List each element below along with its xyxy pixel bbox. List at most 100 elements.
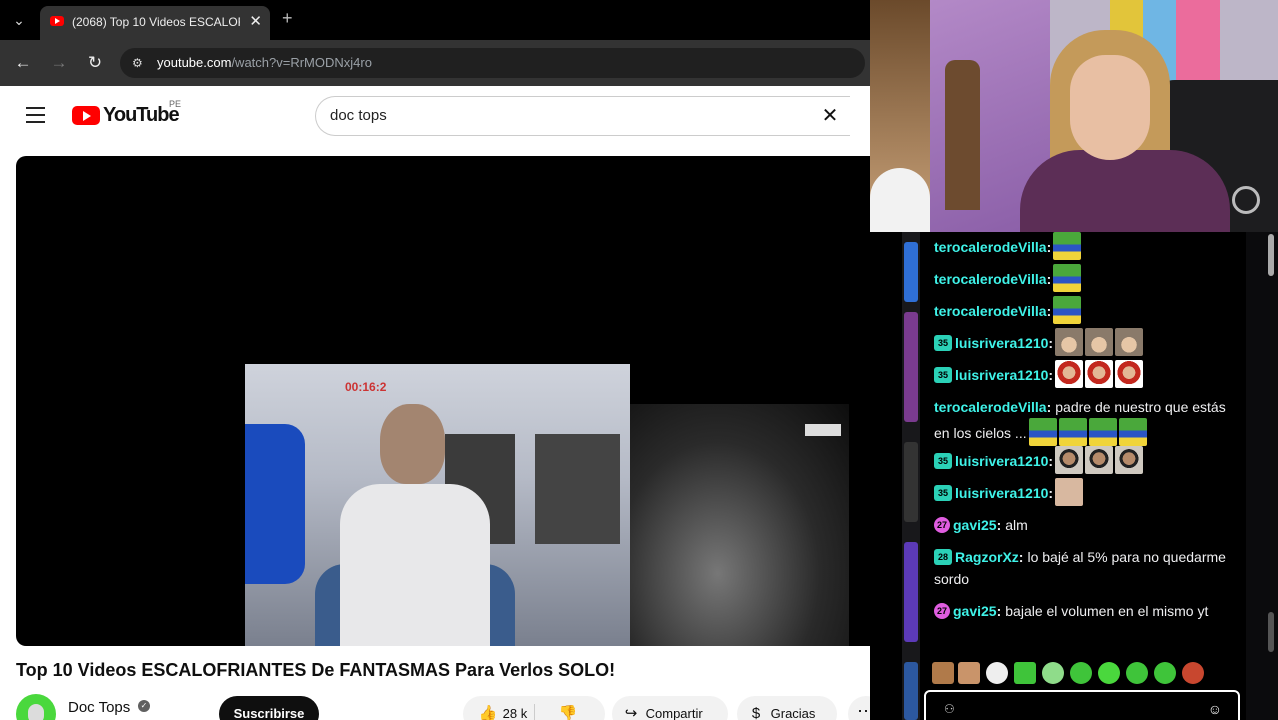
like-dislike-group: 👍 28 k 👎 [463, 696, 605, 720]
thanks-button[interactable]: $ Gracias [737, 696, 837, 720]
chat-username[interactable]: luisrivera1210 [955, 453, 1048, 469]
thanks-label: Gracias [770, 706, 816, 720]
channel-avatar[interactable] [16, 694, 56, 720]
scene-seat [245, 424, 305, 584]
share-button[interactable]: ↪ Compartir [612, 696, 728, 720]
search-clear-icon[interactable]: ✕ [816, 102, 844, 130]
chat-username[interactable]: gavi25 [953, 603, 997, 619]
streamer-face [1070, 55, 1150, 160]
chat-username[interactable]: terocalerodeVilla [934, 239, 1047, 255]
chat-emote-icon [1053, 264, 1082, 292]
chat-emote-icon [1028, 418, 1057, 446]
youtube-page: YouTube PE ✕ 00:16:2 Top 10 Videos ESCAL… [0, 86, 870, 720]
cam-lamp [870, 168, 930, 232]
emote-icon[interactable] [1014, 662, 1036, 684]
strip-thumbnail [904, 442, 918, 522]
search-input[interactable] [330, 107, 770, 124]
emote-icon[interactable] [1182, 662, 1204, 684]
subscriber-badge-icon: 27 [934, 603, 950, 619]
scene-person-head [380, 404, 445, 484]
chat-username[interactable]: RagzorXz [955, 549, 1019, 565]
strip-thumbnail [904, 312, 918, 422]
emote-icon[interactable] [932, 662, 954, 684]
more-actions-button[interactable]: ⋯ [848, 696, 870, 720]
cam-decoration [945, 60, 980, 210]
like-count: 28 k [502, 706, 528, 720]
emote-icon[interactable] [958, 662, 980, 684]
chat-username[interactable]: luisrivera1210 [955, 335, 1048, 351]
like-button[interactable]: 👍 28 k [477, 705, 528, 720]
chat-username[interactable]: terocalerodeVilla [934, 399, 1047, 415]
chat-message: 35 luisrivera1210: [934, 328, 1234, 356]
emote-icon[interactable] [1126, 662, 1148, 684]
chat-username[interactable]: terocalerodeVilla [934, 303, 1047, 319]
video-timestamp-overlay: 00:16:2 [345, 380, 387, 394]
subscriber-badge-icon: 35 [934, 485, 952, 501]
subscriber-badge-icon: 27 [934, 517, 950, 533]
emote-icon[interactable] [986, 662, 1008, 684]
url-text[interactable]: youtube.com/watch?v=RrMODNxj4ro [157, 55, 372, 70]
chat-username[interactable]: luisrivera1210 [955, 367, 1048, 383]
thanks-icon: $ [751, 705, 761, 720]
forward-button[interactable]: → [48, 52, 70, 74]
menu-icon[interactable] [26, 107, 45, 123]
chat-username[interactable]: terocalerodeVilla [934, 271, 1047, 287]
chat-username[interactable]: gavi25 [953, 517, 997, 533]
thumbs-down-icon[interactable]: 👎 [557, 696, 579, 720]
site-info-icon[interactable]: ⚙ [132, 55, 148, 71]
strip-thumbnail [904, 242, 918, 302]
chat-scrollbar-thumb[interactable] [1268, 612, 1274, 652]
youtube-favicon-icon [50, 16, 64, 26]
chat-input[interactable]: ⚇ ☺ [924, 690, 1240, 720]
chat-settings-icon[interactable]: ⚇ [944, 702, 955, 716]
subscribe-button[interactable]: Suscribirse [219, 696, 319, 720]
url-path: /watch?v=RrMODNxj4ro [231, 55, 372, 70]
chat-message: terocalerodeVilla: [934, 296, 1234, 324]
emote-icon[interactable] [1042, 662, 1064, 684]
verified-icon: ✓ [138, 700, 150, 712]
address-bar[interactable]: ⚙ youtube.com/watch?v=RrMODNxj4ro [120, 48, 865, 78]
chat-message: 35 luisrivera1210: [934, 478, 1234, 506]
browser-tab[interactable]: (2068) Top 10 Videos ESCALOFRIANTES De F… [40, 6, 270, 40]
chat-emote-icon [1055, 478, 1084, 506]
youtube-header: YouTube PE ✕ [0, 86, 870, 146]
search-box: ✕ [315, 96, 850, 136]
subscriber-badge-icon: 28 [934, 549, 952, 565]
subscriber-badge-icon: 35 [934, 367, 952, 383]
tab-search-button[interactable]: ⌄ [6, 8, 32, 32]
tab-close-icon[interactable]: ✕ [249, 12, 262, 30]
scene-window [535, 434, 620, 544]
channel-name[interactable]: Doc Tops [68, 699, 130, 716]
chat-emote-icon [1055, 360, 1084, 388]
chat-message: 35 luisrivera1210: [934, 446, 1234, 474]
video-scene-right [630, 404, 849, 646]
streamer-body [1020, 150, 1230, 232]
region-code: PE [169, 99, 182, 109]
emote-icon[interactable] [1154, 662, 1176, 684]
share-label: Compartir [645, 706, 703, 720]
video-scene-left: 00:16:2 [245, 364, 630, 646]
stream-side-strip [902, 232, 920, 720]
emote-icon[interactable] [1070, 662, 1092, 684]
reload-button[interactable]: ↻ [84, 52, 106, 74]
scrollbar[interactable] [1246, 232, 1278, 720]
strip-thumbnail [904, 542, 918, 642]
thumbs-up-icon: 👍 [478, 705, 498, 720]
scrollbar-thumb[interactable] [1268, 234, 1274, 276]
emote-picker-icon[interactable]: ☺ [1208, 701, 1222, 717]
back-button[interactable]: ← [12, 52, 34, 74]
video-player[interactable]: 00:16:2 [16, 156, 870, 646]
video-frame: 00:16:2 [245, 364, 849, 646]
subscriber-badge-icon: 35 [934, 335, 952, 351]
new-tab-button[interactable]: + [282, 8, 293, 29]
chat-emote-icon [1053, 232, 1082, 260]
emote-icon[interactable] [1098, 662, 1120, 684]
chat-username[interactable]: luisrivera1210 [955, 485, 1048, 501]
chat-emote-icon [1115, 328, 1144, 356]
subscriber-badge-icon: 35 [934, 453, 952, 469]
divider [534, 704, 535, 720]
chat-emote-icon [1085, 328, 1114, 356]
chat-message: terocalerodeVilla: padre de nuestro que e… [934, 396, 1234, 446]
browser-tab-bar: ⌄ (2068) Top 10 Videos ESCALOFRIANTES De… [0, 0, 870, 40]
chat-emote-icon [1053, 296, 1082, 324]
